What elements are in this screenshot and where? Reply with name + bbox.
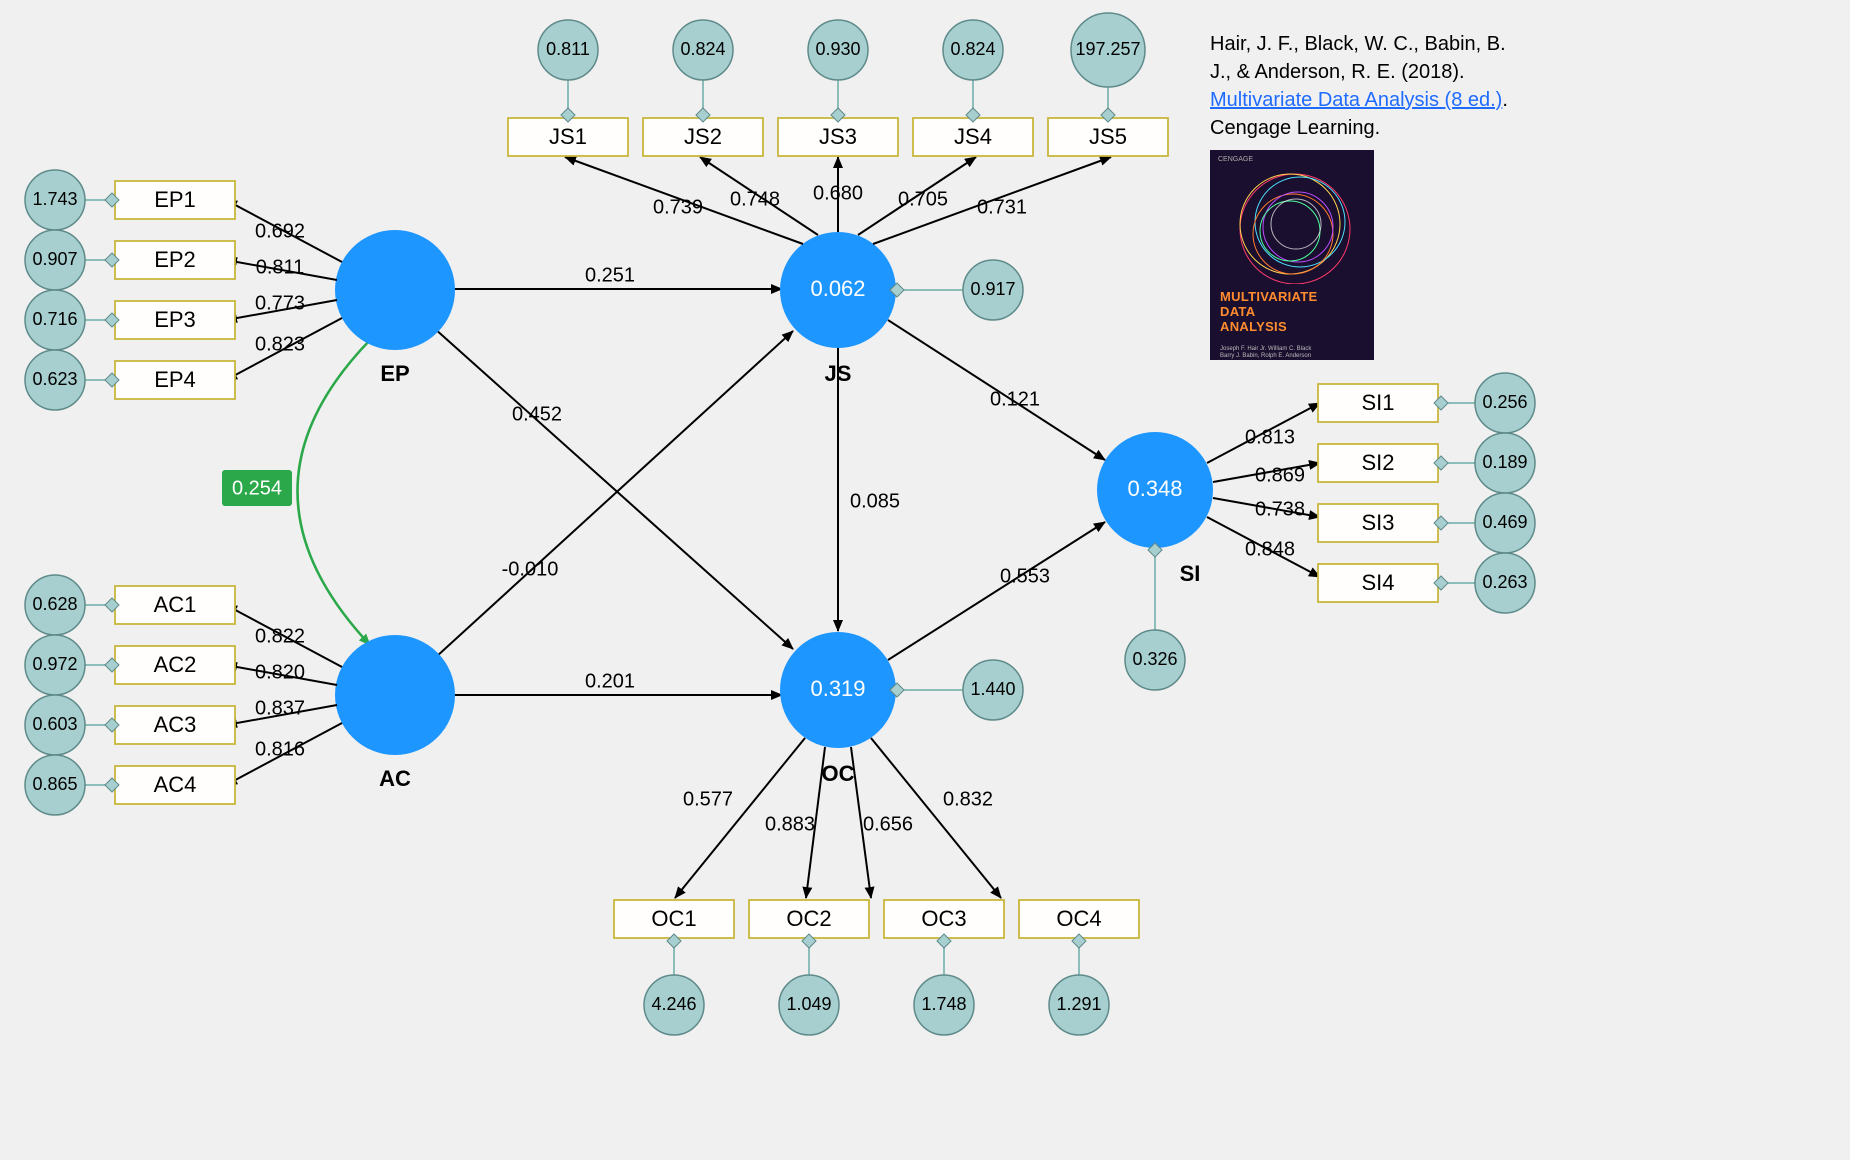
svg-text:0.680: 0.680 (813, 182, 863, 204)
svg-text:AC4: AC4 (154, 772, 197, 797)
svg-text:SI3: SI3 (1361, 510, 1394, 535)
svg-text:0.848: 0.848 (1245, 538, 1295, 560)
svg-text:0.907: 0.907 (32, 249, 77, 269)
svg-text:JS1: JS1 (549, 124, 587, 149)
svg-text:0.738: 0.738 (1255, 498, 1305, 520)
path-ep-oc: 0.452 (512, 403, 562, 425)
svg-text:0.256: 0.256 (1482, 392, 1527, 412)
svg-text:0.348: 0.348 (1127, 476, 1182, 501)
svg-text:197.257: 197.257 (1075, 39, 1140, 59)
structural-paths: 0.251 0.452 -0.010 0.201 0.085 0.121 0.5… (434, 264, 1105, 695)
svg-text:SI1: SI1 (1361, 390, 1394, 415)
svg-text:0.603: 0.603 (32, 714, 77, 734)
svg-text:0.822: 0.822 (255, 625, 305, 647)
ep-group: EP EP1 1.743 0.692 EP2 0.907 0.811 EP3 0… (25, 170, 455, 410)
svg-text:0.930: 0.930 (815, 39, 860, 59)
svg-text:1.743: 1.743 (32, 189, 77, 209)
book-cover: CENGAGE MULTIVARIATEDATAANALYSIS Joseph … (1210, 150, 1374, 360)
latent-ac (335, 635, 455, 755)
svg-text:0.705: 0.705 (898, 188, 948, 210)
svg-text:OC2: OC2 (786, 906, 831, 931)
path-ac-oc: 0.201 (585, 670, 635, 692)
svg-text:EP3: EP3 (154, 307, 196, 332)
svg-text:0.883: 0.883 (765, 813, 815, 835)
svg-text:OC4: OC4 (1056, 906, 1101, 931)
svg-text:0.623: 0.623 (32, 369, 77, 389)
svg-text:1.748: 1.748 (921, 994, 966, 1014)
path-js-si: 0.121 (990, 388, 1040, 410)
svg-text:AC3: AC3 (154, 712, 197, 737)
svg-text:0.469: 0.469 (1482, 512, 1527, 532)
svg-text:0.824: 0.824 (950, 39, 995, 59)
svg-text:0.692: 0.692 (255, 220, 305, 242)
svg-text:0.716: 0.716 (32, 309, 77, 329)
svg-text:0.837: 0.837 (255, 697, 305, 719)
svg-text:EP2: EP2 (154, 247, 196, 272)
svg-text:SI2: SI2 (1361, 450, 1394, 475)
covariance-value: 0.254 (232, 477, 282, 499)
svg-text:EP1: EP1 (154, 187, 196, 212)
svg-text:1.440: 1.440 (970, 679, 1015, 699)
js-group: 0.062 JS 0.917 JS1 0.811 0.739 JS2 0.824… (508, 13, 1168, 386)
svg-text:0.869: 0.869 (1255, 464, 1305, 486)
svg-text:0.972: 0.972 (32, 654, 77, 674)
svg-text:0.813: 0.813 (1245, 426, 1295, 448)
svg-text:0.326: 0.326 (1132, 649, 1177, 669)
path-oc-si: 0.553 (1000, 565, 1050, 587)
svg-text:4.246: 4.246 (651, 994, 696, 1014)
svg-text:0.832: 0.832 (943, 788, 993, 810)
svg-text:JS5: JS5 (1089, 124, 1127, 149)
svg-text:0.189: 0.189 (1482, 452, 1527, 472)
book-swirl-icon (1230, 164, 1360, 284)
path-ac-js: -0.010 (502, 558, 559, 580)
svg-text:0.628: 0.628 (32, 594, 77, 614)
label-oc: OC (822, 761, 855, 786)
svg-text:0.820: 0.820 (255, 661, 305, 683)
svg-text:EP4: EP4 (154, 367, 196, 392)
label-js: JS (825, 361, 852, 386)
label-si: SI (1180, 561, 1201, 586)
svg-text:0.865: 0.865 (32, 774, 77, 794)
latent-ep (335, 230, 455, 350)
svg-text:AC1: AC1 (154, 592, 197, 617)
svg-text:OC1: OC1 (651, 906, 696, 931)
covariance-ep-ac (298, 340, 371, 645)
svg-text:0.917: 0.917 (970, 279, 1015, 299)
svg-text:OC3: OC3 (921, 906, 966, 931)
svg-text:0.319: 0.319 (810, 676, 865, 701)
svg-text:JS2: JS2 (684, 124, 722, 149)
sem-diagram: 0.251 0.452 -0.010 0.201 0.085 0.121 0.5… (0, 0, 1850, 1160)
svg-text:0.816: 0.816 (255, 738, 305, 760)
book-title: MULTIVARIATEDATAANALYSIS (1220, 290, 1317, 335)
reference-citation: Hair, J. F., Black, W. C., Babin, B. J.,… (1210, 30, 1520, 142)
svg-text:1.049: 1.049 (786, 994, 831, 1014)
label-ep: EP (380, 361, 409, 386)
label-ac: AC (379, 766, 411, 791)
svg-text:0.811: 0.811 (256, 256, 305, 278)
svg-text:0.656: 0.656 (863, 813, 913, 835)
svg-text:JS3: JS3 (819, 124, 857, 149)
path-ep-js: 0.251 (585, 264, 635, 286)
svg-text:SI4: SI4 (1361, 570, 1394, 595)
svg-text:0.824: 0.824 (680, 39, 725, 59)
svg-text:1.291: 1.291 (1056, 994, 1101, 1014)
si-group: 0.348 SI 0.326 SI1 0.256 0.813 SI2 0.189… (1097, 373, 1535, 690)
svg-text:0.577: 0.577 (683, 788, 733, 810)
svg-text:JS4: JS4 (954, 124, 992, 149)
svg-text:0.811: 0.811 (546, 39, 590, 59)
reference-link[interactable]: Multivariate Data Analysis (8 ed.) (1210, 89, 1502, 111)
svg-text:0.062: 0.062 (810, 276, 865, 301)
svg-text:0.263: 0.263 (1482, 572, 1527, 592)
svg-text:0.748: 0.748 (730, 188, 780, 210)
svg-text:0.731: 0.731 (977, 196, 1027, 218)
svg-text:0.739: 0.739 (653, 196, 703, 218)
book-authors: Joseph F. Hair Jr. William C. BlackBarry… (1220, 346, 1311, 360)
svg-text:0.773: 0.773 (255, 292, 305, 314)
ac-group: AC AC1 0.628 0.822 AC2 0.972 0.820 AC3 0… (25, 575, 455, 815)
svg-text:0.823: 0.823 (255, 333, 305, 355)
oc-group: 0.319 OC 1.440 OC1 4.246 0.577 OC2 1.049… (614, 632, 1139, 1035)
path-js-oc: 0.085 (850, 490, 900, 512)
svg-text:AC2: AC2 (154, 652, 197, 677)
